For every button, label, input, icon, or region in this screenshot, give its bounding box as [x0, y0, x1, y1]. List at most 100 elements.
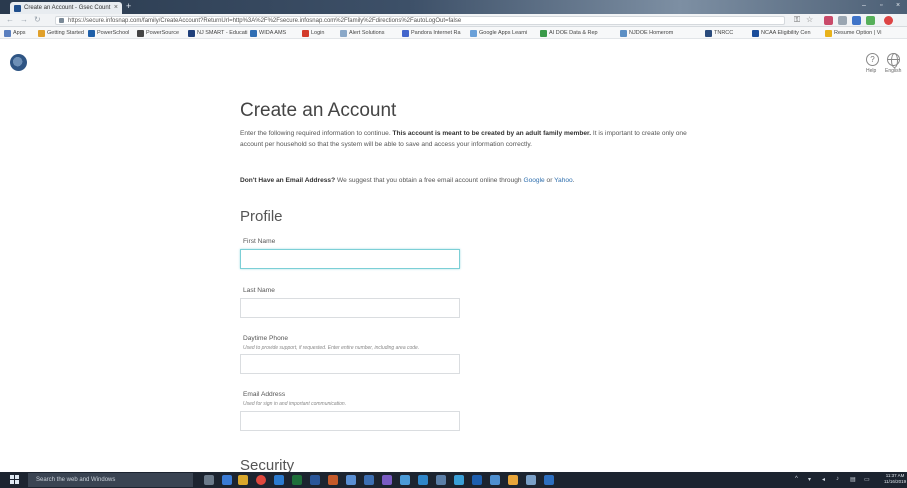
bookmark-label: Getting Started: [47, 30, 84, 36]
tab-title: Create an Account - Gsec Count: [24, 5, 111, 11]
bookmark-item[interactable]: Resume Option | Vi: [825, 30, 882, 37]
edge-icon[interactable]: [222, 475, 232, 485]
app-icon[interactable]: [436, 475, 446, 485]
word-icon[interactable]: [310, 475, 320, 485]
bookmark-item[interactable]: AI DOE Data & Rep: [540, 30, 598, 37]
bookmark-label: NJ SMART - Educati: [197, 30, 248, 36]
tray-chevron-icon[interactable]: ^: [795, 476, 798, 482]
language-label[interactable]: English: [885, 68, 901, 74]
minimize-icon[interactable]: –: [862, 2, 866, 9]
bookmark-item[interactable]: Getting Started: [38, 30, 84, 37]
app-icon[interactable]: [544, 475, 554, 485]
no-email-text: Don't Have an Email Address? We suggest …: [240, 177, 575, 184]
app-icon[interactable]: [454, 475, 464, 485]
forward-icon[interactable]: →: [20, 15, 28, 24]
bookmark-icon: [705, 30, 712, 37]
google-link[interactable]: Google: [523, 177, 544, 184]
email-hint: Used for sign in and important communica…: [243, 401, 347, 407]
taskbar-clock[interactable]: 11:37 AM 11/16/2019: [884, 473, 906, 485]
bookmark-label: Pandora Internet Ra: [411, 30, 461, 36]
back-icon[interactable]: ←: [6, 15, 14, 24]
app-icon[interactable]: [346, 475, 356, 485]
bookmark-icon: [620, 30, 627, 37]
yahoo-link[interactable]: Yahoo: [554, 177, 573, 184]
network-icon[interactable]: ▾: [808, 476, 811, 483]
bookmark-item[interactable]: Google Apps Learni: [470, 30, 528, 37]
bookmark-item[interactable]: Pandora Internet Ra: [402, 30, 461, 37]
extension-icon[interactable]: [852, 16, 861, 25]
keyboard-icon[interactable]: ▭: [864, 476, 870, 483]
bookmark-label: Apps: [13, 30, 26, 36]
file-explorer-icon[interactable]: [238, 475, 248, 485]
daytime-phone-input[interactable]: [240, 354, 460, 374]
page-title: Create an Account: [240, 100, 397, 121]
task-view-icon[interactable]: [204, 475, 214, 485]
daytime-phone-hint: Used to provide support, if requested. E…: [243, 345, 420, 351]
close-window-icon[interactable]: ×: [896, 2, 900, 9]
outlook-icon[interactable]: [274, 475, 284, 485]
bookmark-item[interactable]: NJDOE Homerom: [620, 30, 673, 37]
close-tab-icon[interactable]: ×: [114, 4, 118, 11]
bookmark-label: Google Apps Learni: [479, 30, 528, 36]
bookmark-label: Resume Option | Vi: [834, 30, 882, 36]
excel-icon[interactable]: [292, 475, 302, 485]
bookmark-icon: [250, 30, 257, 37]
new-tab-icon[interactable]: +: [126, 1, 131, 11]
bookmark-item[interactable]: Login: [302, 30, 324, 37]
last-name-label: Last Name: [243, 287, 275, 294]
bookmark-icon: [188, 30, 195, 37]
url-text: https://secure.infosnap.com/family/Creat…: [68, 18, 462, 24]
bookmark-item[interactable]: Apps: [4, 30, 26, 37]
first-name-input[interactable]: [240, 249, 460, 269]
volume-icon[interactable]: ◂: [822, 476, 825, 483]
bookmark-label: PowerSchool: [97, 30, 130, 36]
extension-icon[interactable]: [838, 16, 847, 25]
address-bar: ← → ↻ https://secure.infosnap.com/family…: [0, 14, 907, 27]
app-icon[interactable]: [382, 475, 392, 485]
bookmark-item[interactable]: NCAA Eligibility Cen: [752, 30, 811, 37]
chrome-icon[interactable]: [256, 475, 266, 485]
bookmark-item[interactable]: PowerSource: [137, 30, 179, 37]
email-label: Email Address: [243, 391, 286, 398]
bookmark-icon: [4, 30, 11, 37]
key-icon[interactable]: ⚿: [794, 15, 800, 25]
app-icon[interactable]: [472, 475, 482, 485]
bookmark-icon: [825, 30, 832, 37]
windows-start-icon[interactable]: [10, 475, 20, 485]
infosnap-logo[interactable]: [10, 54, 27, 71]
bookmark-icon: [752, 30, 759, 37]
app-icon[interactable]: [418, 475, 428, 485]
extension-icon[interactable]: [824, 16, 833, 25]
email-input[interactable]: [240, 411, 460, 431]
profile-heading: Profile: [240, 208, 283, 225]
extension-icon[interactable]: [866, 16, 875, 25]
powerpoint-icon[interactable]: [328, 475, 338, 485]
profile-icon[interactable]: [884, 16, 893, 25]
bookmark-star-icon[interactable]: ☆: [806, 15, 813, 24]
app-icon[interactable]: [508, 475, 518, 485]
bookmark-item[interactable]: TNRCC: [705, 30, 733, 37]
globe-icon[interactable]: [887, 53, 900, 68]
bookmark-item[interactable]: WIDA AMS: [250, 30, 287, 37]
help-icon[interactable]: ?: [866, 53, 879, 66]
help-label[interactable]: Help: [866, 68, 876, 74]
app-icon[interactable]: [400, 475, 410, 485]
app-icon[interactable]: [490, 475, 500, 485]
bookmarks-bar: Apps Getting Started PowerSchool PowerSourc…: [0, 27, 907, 39]
bookmark-item[interactable]: NJ SMART - Educati: [188, 30, 248, 37]
bookmark-label: WIDA AMS: [259, 30, 287, 36]
app-icon[interactable]: [526, 475, 536, 485]
reload-icon[interactable]: ↻: [34, 15, 41, 24]
bookmark-icon: [88, 30, 95, 37]
notification-icon[interactable]: ▤: [850, 476, 856, 483]
app-icon[interactable]: [364, 475, 374, 485]
speaker-icon[interactable]: ♪: [836, 476, 839, 482]
last-name-input[interactable]: [240, 298, 460, 318]
browser-tab[interactable]: Create an Account - Gsec Count ×: [10, 2, 122, 14]
bookmark-label: Alert Solutions: [349, 30, 385, 36]
bookmark-item[interactable]: PowerSchool: [88, 30, 130, 37]
bookmark-item[interactable]: Alert Solutions: [340, 30, 385, 37]
url-field[interactable]: https://secure.infosnap.com/family/Creat…: [55, 16, 785, 25]
taskbar-search[interactable]: Search the web and Windows: [28, 473, 193, 487]
maximize-icon[interactable]: ▫: [880, 2, 882, 9]
